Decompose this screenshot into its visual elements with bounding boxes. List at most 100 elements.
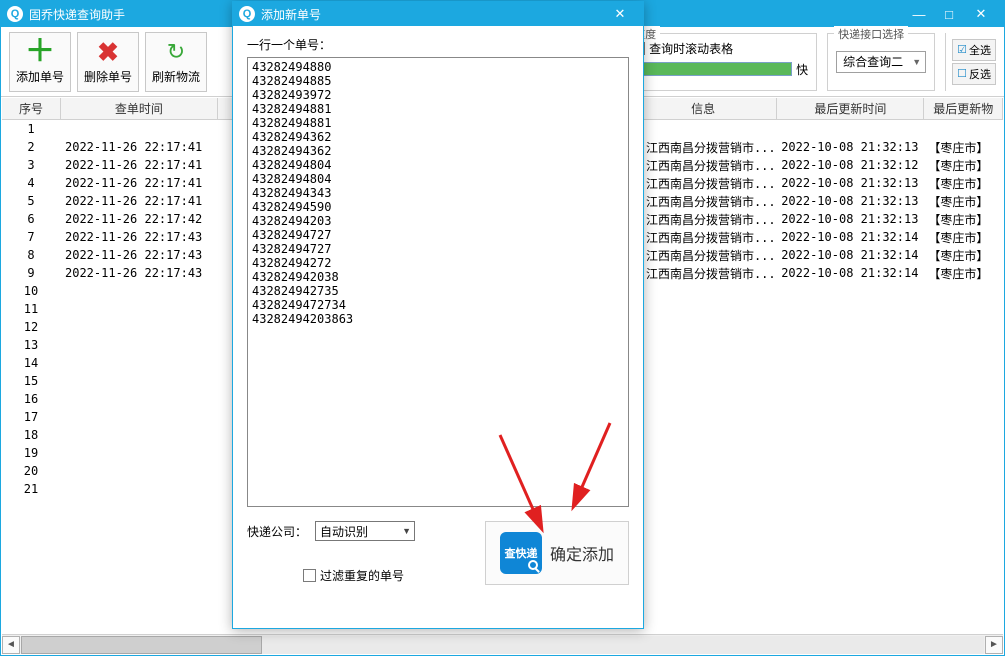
cell-seq: 4	[2, 176, 61, 190]
x-icon: ✖	[94, 38, 122, 66]
col-updated[interactable]: 最后更新时间	[777, 98, 924, 119]
selection-buttons: ☑全选 ☐反选	[945, 33, 996, 91]
scroll-left-button[interactable]: ◄	[2, 636, 20, 654]
cell-seq: 18	[2, 428, 61, 442]
cell-seq: 5	[2, 194, 61, 208]
select-all-button[interactable]: ☑全选	[952, 39, 996, 61]
interface-group: 快递接口选择 综合查询二	[827, 33, 935, 91]
cell-seq: 20	[2, 464, 61, 478]
iface-value: 综合查询二	[843, 53, 903, 70]
cell-last: 【枣庄市】	[924, 247, 1003, 264]
cell-updated: 2022-10-08 21:32:13	[777, 212, 924, 226]
cell-info: ▮江西南昌分拨营销市...	[630, 157, 777, 174]
scroll-right-button[interactable]: ►	[985, 636, 1003, 654]
cell-updated: 2022-10-08 21:32:14	[777, 230, 924, 244]
cell-time: 2022-11-26 22:17:43	[61, 266, 218, 280]
cell-time: 2022-11-26 22:17:43	[61, 248, 218, 262]
cell-updated: 2022-10-08 21:32:13	[777, 194, 924, 208]
cell-info: ▮江西南昌分拨营销市...	[630, 265, 777, 282]
cell-seq: 21	[2, 482, 61, 496]
cell-time: 2022-11-26 22:17:42	[61, 212, 218, 226]
col-time[interactable]: 查单时间	[61, 98, 218, 119]
checkbox-icon: ✔	[303, 569, 316, 582]
app-icon: Q	[7, 6, 23, 22]
tracking-label: 一行一个单号：	[247, 36, 629, 53]
cell-info: ▮江西南昌分拨营销市...	[630, 193, 777, 210]
cell-last: 【枣庄市】	[924, 265, 1003, 282]
cell-last: 【枣庄市】	[924, 211, 1003, 228]
cell-seq: 9	[2, 266, 61, 280]
cell-info: ▮江西南昌分拨营销市...	[630, 139, 777, 156]
cell-updated: 2022-10-08 21:32:14	[777, 248, 924, 262]
horizontal-scrollbar[interactable]: ◄ ►	[2, 634, 1003, 654]
cell-seq: 7	[2, 230, 61, 244]
cell-time: 2022-11-26 22:17:43	[61, 230, 218, 244]
maximize-button[interactable]: □	[934, 4, 964, 24]
add-tracking-dialog: Q 添加新单号 ✕ 一行一个单号： 43282494880 4328249488…	[232, 1, 644, 629]
cell-seq: 16	[2, 392, 61, 406]
add-label: 添加单号	[16, 68, 64, 85]
cell-seq: 15	[2, 374, 61, 388]
dialog-title: 添加新单号	[261, 6, 321, 23]
add-tracking-button[interactable]: ＋ 添加单号	[9, 32, 71, 92]
cell-seq: 6	[2, 212, 61, 226]
cell-info: ▮江西南昌分拨营销市...	[630, 229, 777, 246]
cell-last: 【枣庄市】	[924, 175, 1003, 192]
cell-updated: 2022-10-08 21:32:14	[777, 266, 924, 280]
scroll-table-checkbox[interactable]: ✔ 查询时滚动表格	[632, 40, 808, 57]
col-seq[interactable]: 序号	[2, 98, 61, 119]
cell-seq: 14	[2, 356, 61, 370]
company-label: 快递公司：	[247, 523, 307, 540]
cell-info: ▮江西南昌分拨营销市...	[630, 175, 777, 192]
del-label: 删除单号	[84, 68, 132, 85]
dialog-titlebar[interactable]: Q 添加新单号 ✕	[233, 2, 643, 26]
cell-info: ▮江西南昌分拨营销市...	[630, 211, 777, 228]
cell-seq: 3	[2, 158, 61, 172]
company-select[interactable]: 自动识别	[315, 521, 415, 541]
cell-updated: 2022-10-08 21:32:13	[777, 176, 924, 190]
refresh-icon: ↻	[162, 38, 190, 66]
col-info[interactable]: 信息	[630, 98, 777, 119]
cell-seq: 10	[2, 284, 61, 298]
check-icon: ☑	[957, 43, 967, 56]
interface-select[interactable]: 综合查询二	[836, 51, 926, 73]
cell-time: 2022-11-26 22:17:41	[61, 194, 218, 208]
cell-seq: 12	[2, 320, 61, 334]
cell-updated: 2022-10-08 21:32:12	[777, 158, 924, 172]
refresh-label: 刷新物流	[152, 68, 200, 85]
iface-legend: 快递接口选择	[834, 26, 908, 42]
annotation-arrow-right	[560, 418, 620, 518]
swap-icon: ☐	[957, 67, 967, 80]
cell-time: 2022-11-26 22:17:41	[61, 176, 218, 190]
dialog-icon: Q	[239, 6, 255, 22]
refresh-button[interactable]: ↻ 刷新物流	[145, 32, 207, 92]
cell-last: 【枣庄市】	[924, 139, 1003, 156]
company-value: 自动识别	[320, 523, 368, 540]
annotation-arrow-left	[495, 430, 555, 540]
scroll-thumb[interactable]	[21, 636, 262, 654]
cell-seq: 13	[2, 338, 61, 352]
plus-icon: ＋	[26, 38, 54, 66]
cell-seq: 17	[2, 410, 61, 424]
cell-updated: 2022-10-08 21:32:13	[777, 140, 924, 154]
confirm-label: 确定添加	[550, 541, 614, 565]
app-title: 固乔快递查询助手	[29, 6, 125, 23]
scroll-track[interactable]	[21, 636, 984, 654]
cell-time: 2022-11-26 22:17:41	[61, 140, 218, 154]
cell-seq: 8	[2, 248, 61, 262]
filter-duplicates-checkbox[interactable]: ✔ 过滤重复的单号	[303, 567, 404, 584]
cell-last: 【枣庄市】	[924, 229, 1003, 246]
fast-label: 快	[796, 61, 808, 78]
minimize-button[interactable]: —	[904, 4, 934, 24]
dialog-close-button[interactable]: ✕	[603, 4, 637, 24]
close-button[interactable]: ✕	[964, 4, 998, 24]
filter-label: 过滤重复的单号	[320, 567, 404, 584]
speed-slider[interactable]	[632, 62, 792, 76]
speed-group: 速度 ✔ 查询时滚动表格 快	[623, 33, 817, 91]
col-last[interactable]: 最后更新物	[924, 98, 1003, 119]
invert-selection-button[interactable]: ☐反选	[952, 63, 996, 85]
cell-time: 2022-11-26 22:17:41	[61, 158, 218, 172]
delete-tracking-button[interactable]: ✖ 删除单号	[77, 32, 139, 92]
cell-seq: 19	[2, 446, 61, 460]
cell-last: 【枣庄市】	[924, 193, 1003, 210]
